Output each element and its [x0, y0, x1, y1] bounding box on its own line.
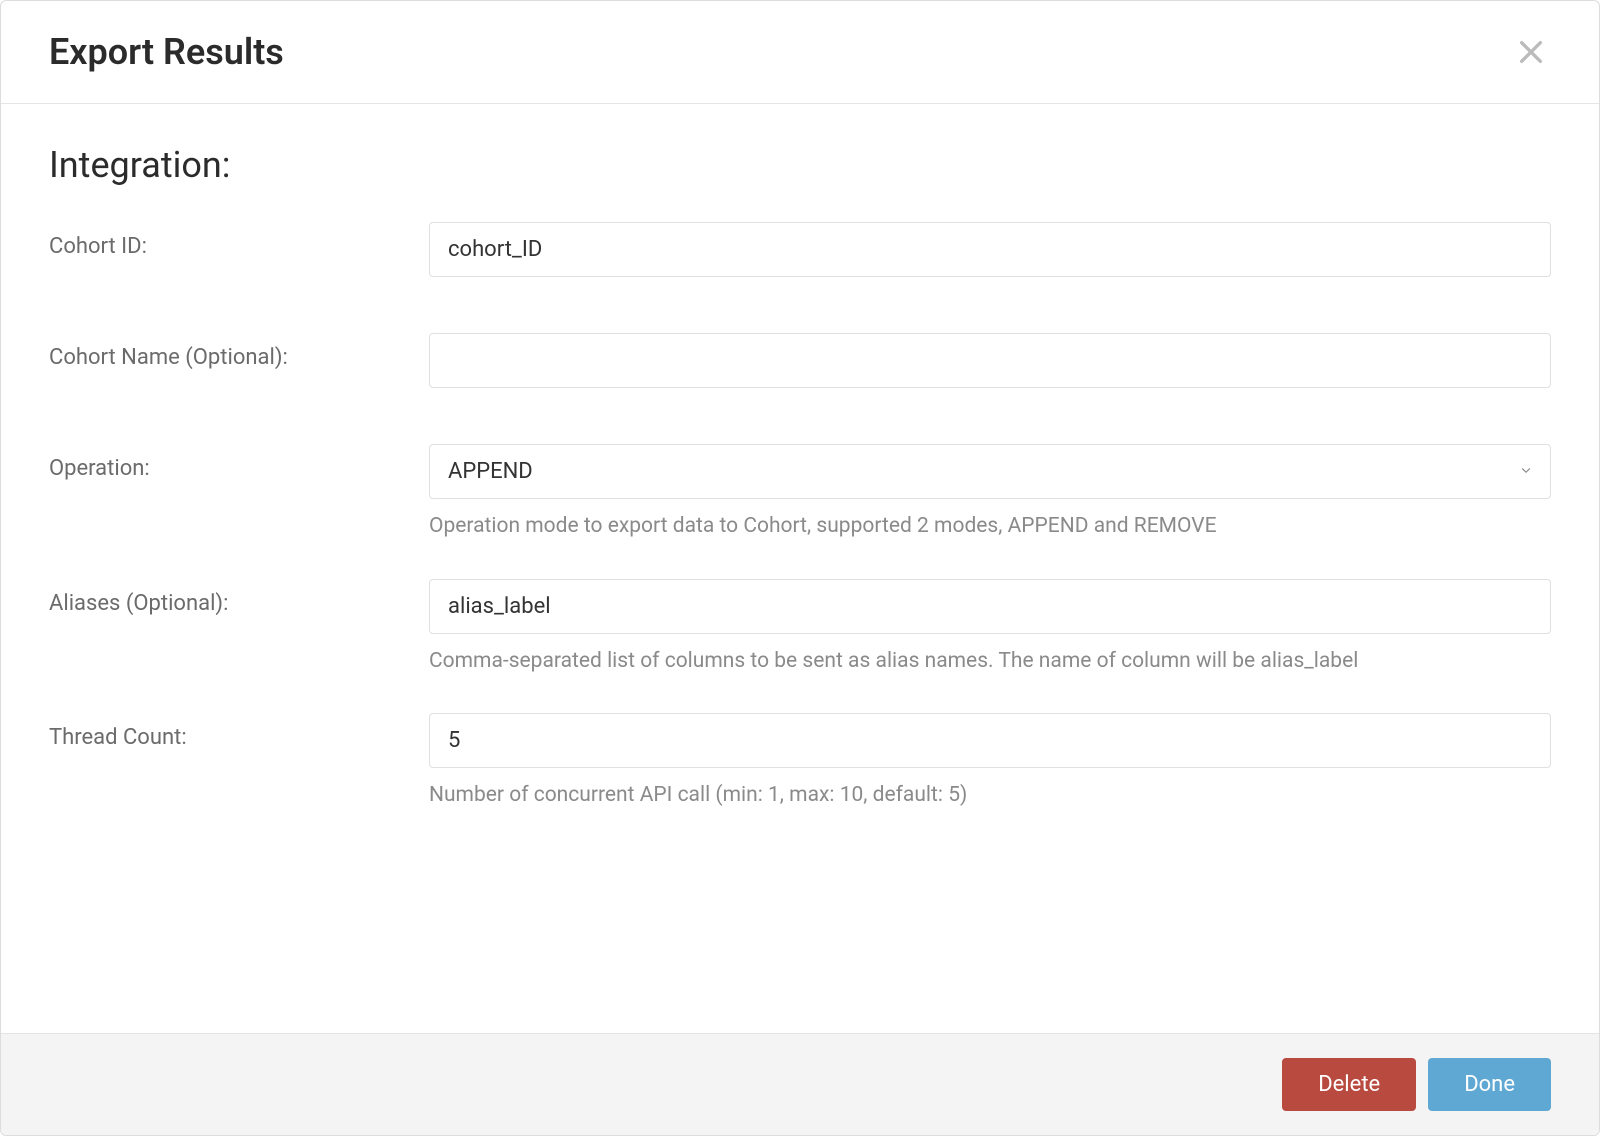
operation-select[interactable]: APPEND: [429, 444, 1551, 499]
thread-count-label: Thread Count:: [49, 713, 429, 750]
cohort-name-label: Cohort Name (Optional):: [49, 333, 429, 370]
field-operation: Operation: APPEND Operation mode to expo…: [49, 444, 1551, 543]
close-icon: [1515, 56, 1547, 71]
section-title: Integration:: [49, 144, 1551, 186]
cohort-id-label: Cohort ID:: [49, 222, 429, 259]
aliases-help: Comma-separated list of columns to be se…: [429, 646, 1551, 678]
field-cohort-name: Cohort Name (Optional):: [49, 333, 1551, 388]
modal-footer: Delete Done: [1, 1033, 1599, 1135]
aliases-input[interactable]: [429, 579, 1551, 634]
cohort-id-input[interactable]: [429, 222, 1551, 277]
field-aliases: Aliases (Optional): Comma-separated list…: [49, 579, 1551, 678]
modal-body: Integration: Cohort ID: Cohort Name (Opt…: [1, 104, 1599, 1033]
cohort-name-input[interactable]: [429, 333, 1551, 388]
operation-label: Operation:: [49, 444, 429, 481]
aliases-label: Aliases (Optional):: [49, 579, 429, 616]
thread-count-input[interactable]: [429, 713, 1551, 768]
operation-help: Operation mode to export data to Cohort,…: [429, 511, 1551, 543]
thread-count-help: Number of concurrent API call (min: 1, m…: [429, 780, 1551, 812]
delete-button[interactable]: Delete: [1282, 1058, 1416, 1111]
export-results-modal: Export Results Integration: Cohort ID: C…: [0, 0, 1600, 1136]
close-button[interactable]: [1511, 32, 1551, 72]
field-cohort-id: Cohort ID:: [49, 222, 1551, 277]
field-thread-count: Thread Count: Number of concurrent API c…: [49, 713, 1551, 812]
modal-title: Export Results: [49, 31, 284, 73]
done-button[interactable]: Done: [1428, 1058, 1551, 1111]
modal-header: Export Results: [1, 1, 1599, 104]
